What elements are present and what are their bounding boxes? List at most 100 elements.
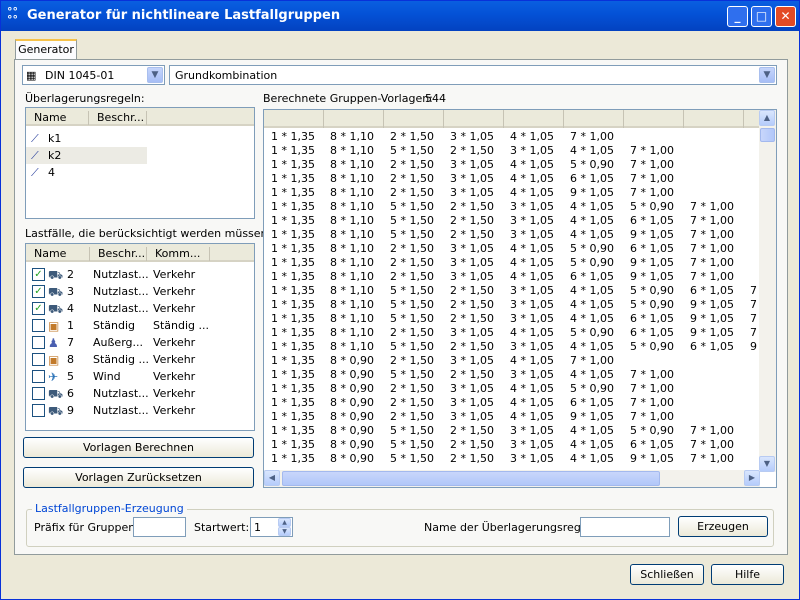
rules-list[interactable]: Name Beschr... ⟋ k1 ⟋ k2 ⟋ 4: [25, 107, 255, 219]
template-row[interactable]: 1 * 1,35 8 * 1,10 2 * 1,50 3 * 1,05 4 * 1,05…: [264, 242, 760, 256]
norm-select[interactable]: ▦ DIN 1045-01 ▼: [22, 65, 165, 85]
loadcase-row[interactable]: ✈ 5 Wind Verkehr: [26, 368, 254, 385]
horizontal-scrollbar[interactable]: ◀ ▶: [264, 470, 760, 487]
template-row[interactable]: 1 * 1,35 8 * 0,90 5 * 1,50 2 * 1,50 3 * 1,05…: [264, 438, 760, 452]
template-cell: 3 * 1,05: [510, 340, 554, 353]
template-row[interactable]: 1 * 1,35 8 * 0,90 2 * 1,50 3 * 1,05 4 * 1,05…: [264, 354, 760, 368]
vertical-scrollbar[interactable]: ▲ ▼: [759, 110, 776, 472]
column-description[interactable]: Beschr...: [90, 247, 147, 261]
scroll-left-icon[interactable]: ◀: [264, 470, 280, 486]
combination-select[interactable]: Grundkombination ▼: [169, 65, 777, 85]
stepper-down-icon[interactable]: ▼: [278, 527, 291, 536]
templates-grid[interactable]: 1 * 1,35 8 * 1,10 2 * 1,50 3 * 1,05 4 * 1,05…: [263, 109, 777, 488]
loadcase-row[interactable]: ⛟ 6 Nutzlast... Verkehr: [26, 385, 254, 402]
template-row[interactable]: 1 * 1,35 8 * 1,10 2 * 1,50 3 * 1,05 4 * 1,05…: [264, 186, 760, 200]
template-row[interactable]: 1 * 1,35 8 * 1,10 5 * 1,50 2 * 1,50 3 * 1,05…: [264, 340, 760, 354]
template-row[interactable]: 1 * 1,35 8 * 1,10 2 * 1,50 3 * 1,05 4 * 1,05…: [264, 172, 760, 186]
column-description[interactable]: Beschr...: [89, 111, 147, 125]
loadcase-row[interactable]: ✓ ⛟ 3 Nutzlast... Verkehr: [26, 283, 254, 300]
template-row[interactable]: 1 * 1,35 8 * 0,90 5 * 1,50 2 * 1,50 3 * 1,05…: [264, 452, 760, 466]
loadcase-checkbox[interactable]: ✓: [32, 302, 45, 315]
loadcase-checkbox[interactable]: [32, 387, 45, 400]
help-button[interactable]: Hilfe: [711, 564, 784, 585]
loadcase-checkbox[interactable]: ✓: [32, 285, 45, 298]
scroll-right-icon[interactable]: ▶: [744, 470, 760, 486]
loadcase-checkbox[interactable]: [32, 370, 45, 383]
vertical-scroll-thumb[interactable]: [760, 128, 775, 142]
template-cell: 8 * 1,10: [330, 270, 374, 283]
loadcase-checkbox[interactable]: [32, 336, 45, 349]
column-name[interactable]: Name: [26, 111, 89, 125]
minimize-button[interactable]: _: [727, 6, 748, 27]
chevron-down-icon[interactable]: ▼: [147, 67, 163, 83]
template-row[interactable]: 1 * 1,35 8 * 1,10 5 * 1,50 2 * 1,50 3 * 1,05…: [264, 228, 760, 242]
scroll-up-icon[interactable]: ▲: [759, 110, 775, 126]
template-row[interactable]: 1 * 1,35 8 * 1,10 5 * 1,50 2 * 1,50 3 * 1,05…: [264, 312, 760, 326]
template-row[interactable]: 1 * 1,35 8 * 1,10 2 * 1,50 3 * 1,05 4 * 1,05…: [264, 158, 760, 172]
template-row[interactable]: 1 * 1,35 8 * 0,90 5 * 1,50 2 * 1,50 3 * 1,05…: [264, 368, 760, 382]
template-row[interactable]: 1 * 1,35 8 * 1,10 2 * 1,50 3 * 1,05 4 * 1,05…: [264, 270, 760, 284]
rule-item[interactable]: ⟋ k2: [26, 147, 147, 164]
title-bar[interactable]: °° °° Generator für nichtlineare Lastfall…: [1, 1, 799, 31]
loadcase-row[interactable]: ▣ 8 Ständig ... Verkehr: [26, 351, 254, 368]
template-cell: 5 * 1,50: [390, 368, 434, 381]
template-cell: 4 * 1,05: [570, 368, 614, 381]
loadcase-checkbox[interactable]: ✓: [32, 268, 45, 281]
grid-column-header[interactable]: [444, 110, 504, 128]
template-cell: 2 * 1,50: [450, 452, 494, 465]
loadcase-row[interactable]: ✓ ⛟ 4 Nutzlast... Verkehr: [26, 300, 254, 317]
calculate-templates-button[interactable]: Vorlagen Berechnen: [23, 437, 254, 458]
loadcase-row[interactable]: ▣ 1 Ständig Ständig ...: [26, 317, 254, 334]
grid-column-header[interactable]: [324, 110, 384, 128]
template-row[interactable]: 1 * 1,35 8 * 0,90 2 * 1,50 3 * 1,05 4 * 1,05…: [264, 410, 760, 424]
column-comment[interactable]: Komm...: [147, 247, 210, 261]
grid-column-header[interactable]: [384, 110, 444, 128]
loadcase-row[interactable]: ⛟ 9 Nutzlast... Verkehr: [26, 402, 254, 419]
template-row[interactable]: 1 * 1,35 8 * 0,90 2 * 1,50 3 * 1,05 4 * 1,05…: [264, 396, 760, 410]
scroll-down-icon[interactable]: ▼: [759, 456, 775, 472]
template-cell: 5 * 1,50: [390, 312, 434, 325]
loadcase-checkbox[interactable]: [32, 404, 45, 417]
template-cell: 9 * 1,05: [630, 270, 674, 283]
template-row[interactable]: 1 * 1,35 8 * 1,10 5 * 1,50 2 * 1,50 3 * 1,05…: [264, 200, 760, 214]
template-cell: 4 * 1,05: [510, 410, 554, 423]
template-row[interactable]: 1 * 1,35 8 * 1,10 2 * 1,50 3 * 1,05 4 * 1,05…: [264, 326, 760, 340]
loadcase-row[interactable]: ✓ ⛟ 2 Nutzlast... Verkehr: [26, 266, 254, 283]
template-row[interactable]: 1 * 1,35 8 * 0,90 5 * 1,50 2 * 1,50 3 * 1,05…: [264, 424, 760, 438]
template-row[interactable]: 1 * 1,35 8 * 0,90 2 * 1,50 3 * 1,05 4 * 1,05…: [264, 382, 760, 396]
loadcase-checkbox[interactable]: [32, 353, 45, 366]
close-button[interactable]: Schließen: [630, 564, 704, 585]
template-row[interactable]: 1 * 1,35 8 * 1,10 2 * 1,50 3 * 1,05 4 * 1,05…: [264, 130, 760, 144]
template-row[interactable]: 1 * 1,35 8 * 1,10 2 * 1,50 3 * 1,05 4 * 1,05…: [264, 256, 760, 270]
tab-generator[interactable]: Generator: [15, 39, 77, 60]
loadcases-list[interactable]: Name Beschr... Komm... ✓ ⛟ 2 Nutzlast... Ver…: [25, 243, 255, 431]
maximize-button[interactable]: □: [751, 6, 772, 27]
grid-column-header[interactable]: [684, 110, 744, 128]
stepper-up-icon[interactable]: ▲: [278, 518, 291, 527]
grid-column-header[interactable]: [504, 110, 564, 128]
column-name[interactable]: Name: [26, 247, 90, 261]
grid-column-header[interactable]: [624, 110, 684, 128]
rule-item[interactable]: ⟋ k1: [26, 130, 147, 147]
prefix-input[interactable]: [133, 517, 186, 537]
rule-item[interactable]: ⟋ 4: [26, 164, 147, 181]
template-cell: 5 * 0,90: [630, 340, 674, 353]
start-value-stepper[interactable]: 1 ▲ ▼: [250, 517, 293, 537]
grid-column-header[interactable]: [264, 110, 324, 128]
loadcase-checkbox[interactable]: [32, 319, 45, 332]
close-window-button[interactable]: ✕: [775, 6, 796, 27]
template-cell: 5 * 1,50: [390, 340, 434, 353]
template-row[interactable]: 1 * 1,35 8 * 1,10 5 * 1,50 2 * 1,50 3 * 1,05…: [264, 214, 760, 228]
grid-column-header[interactable]: [564, 110, 624, 128]
chevron-down-icon[interactable]: ▼: [759, 67, 775, 83]
loadcase-row[interactable]: ♟ 7 Außerg... Verkehr: [26, 334, 254, 351]
template-row[interactable]: 1 * 1,35 8 * 1,10 5 * 1,50 2 * 1,50 3 * 1,05…: [264, 298, 760, 312]
reset-templates-button[interactable]: Vorlagen Zurücksetzen: [23, 467, 254, 488]
loadcase-name: 7: [67, 336, 74, 349]
rule-name-input[interactable]: [580, 517, 670, 537]
generate-button[interactable]: Erzeugen: [678, 516, 768, 537]
horizontal-scroll-thumb[interactable]: [282, 471, 660, 486]
template-row[interactable]: 1 * 1,35 8 * 1,10 5 * 1,50 2 * 1,50 3 * 1,05…: [264, 284, 760, 298]
window-title: Generator für nichtlineare Lastfallgrupp…: [27, 8, 341, 23]
template-row[interactable]: 1 * 1,35 8 * 1,10 5 * 1,50 2 * 1,50 3 * 1,05…: [264, 144, 760, 158]
